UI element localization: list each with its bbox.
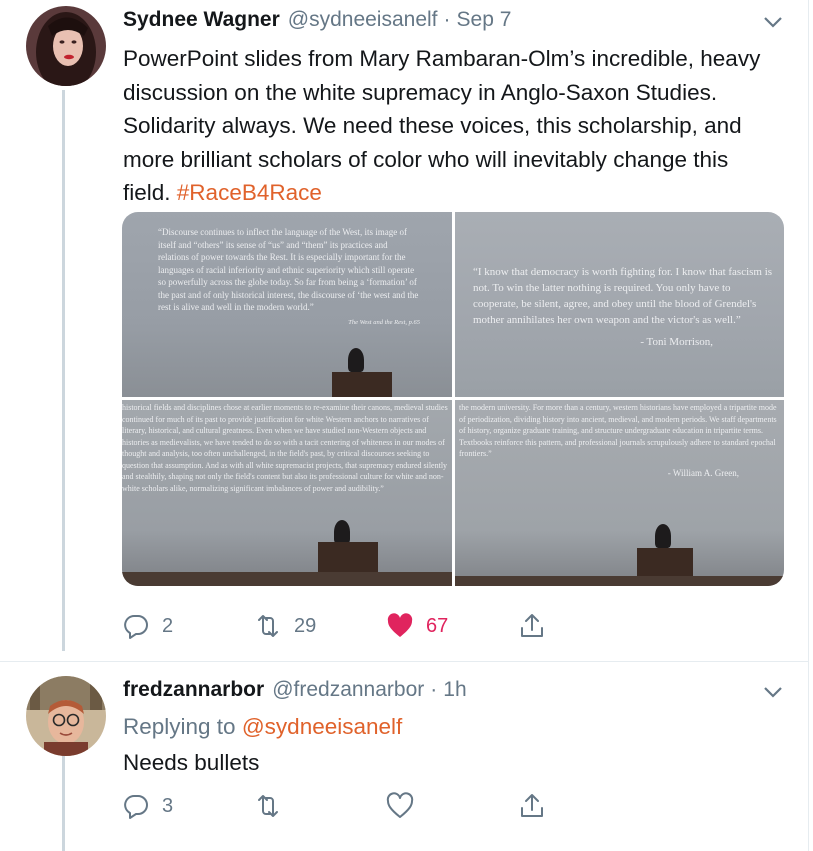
share-icon [521, 794, 543, 817]
retweet-icon [258, 795, 278, 817]
tweet-text: PowerPoint slides from Mary Rambaran-Olm… [123, 42, 773, 210]
timestamp[interactable]: 1h [443, 678, 466, 702]
retweet-button[interactable]: 29 [254, 612, 316, 640]
separator-dot: · [443, 8, 451, 31]
speaker [348, 348, 364, 372]
tweet-header: fredzannarbor @fredzannarbor · 1h [123, 678, 467, 704]
reply-count: 3 [162, 794, 174, 817]
audience [122, 572, 452, 586]
photo-1[interactable]: “Discourse continues to inflect the lang… [122, 212, 452, 397]
avatar-photo [26, 676, 106, 756]
photo-3[interactable]: historical fields and disciplines chose … [122, 400, 452, 586]
retweet-icon [258, 615, 278, 637]
slide-citation: The West and the Rest, p.65 [348, 318, 420, 326]
replying-to: Replying to @sydneeisanelf [123, 714, 402, 740]
user-handle[interactable]: @sydneeisanelf [288, 8, 438, 32]
tweet-header: Sydnee Wagner @sydneeisanelf · Sep 7 [123, 8, 511, 34]
retweet-button[interactable] [254, 792, 282, 820]
user-handle[interactable]: @fredzannarbor [272, 678, 424, 702]
more-options-chevron-down-icon[interactable] [760, 12, 786, 32]
podium [332, 372, 392, 397]
mention-link[interactable]: @sydneeisanelf [242, 714, 402, 739]
like-count: 67 [426, 614, 449, 637]
photo-2[interactable]: “I know that democracy is worth fighting… [455, 212, 784, 397]
speaker [334, 520, 350, 544]
slide-citation: - William A. Green, [667, 467, 739, 478]
tweet[interactable]: fredzannarbor @fredzannarbor · 1h Replyi… [0, 662, 808, 851]
speaker [655, 524, 671, 548]
tweet[interactable]: Sydnee Wagner @sydneeisanelf · Sep 7 Pow… [0, 0, 808, 660]
like-button[interactable]: 67 [386, 612, 448, 640]
avatar-photo [26, 6, 106, 86]
photo-4[interactable]: the modern university. For more than a c… [455, 400, 784, 586]
slide-text: “I know that democracy is worth fighting… [473, 266, 773, 348]
display-name[interactable]: fredzannarbor [123, 678, 264, 702]
photo-grid: “Discourse continues to inflect the lang… [122, 212, 784, 586]
share-button[interactable] [518, 612, 546, 640]
slide-text: historical fields and disciplines chose … [122, 403, 448, 493]
heart-filled-icon [387, 613, 413, 637]
reply-button[interactable]: 3 [122, 792, 173, 820]
like-button[interactable] [386, 792, 414, 820]
timeline-border [808, 0, 809, 851]
more-options-chevron-down-icon[interactable] [760, 682, 786, 702]
timestamp[interactable]: Sep 7 [457, 8, 512, 32]
slide-citation: - Toni Morrison, [640, 336, 713, 348]
avatar[interactable] [26, 676, 106, 756]
share-button[interactable] [518, 792, 546, 820]
avatar[interactable] [26, 6, 106, 86]
separator-dot: · [430, 678, 438, 701]
tweet-text: Needs bullets [123, 750, 260, 775]
retweet-count: 29 [294, 614, 317, 637]
hashtag-link[interactable]: #RaceB4Race [177, 180, 322, 205]
reply-count: 2 [162, 614, 174, 637]
share-icon [521, 614, 543, 637]
reply-icon [124, 615, 148, 639]
slide-text: the modern university. For more than a c… [459, 402, 779, 479]
heart-icon [386, 792, 414, 818]
reply-icon [124, 795, 148, 819]
display-name[interactable]: Sydnee Wagner [123, 8, 280, 32]
replying-to-label: Replying to [123, 714, 236, 739]
audience [455, 576, 784, 586]
reply-button[interactable]: 2 [122, 612, 173, 640]
slide-text: “Discourse continues to inflect the lang… [158, 226, 420, 329]
